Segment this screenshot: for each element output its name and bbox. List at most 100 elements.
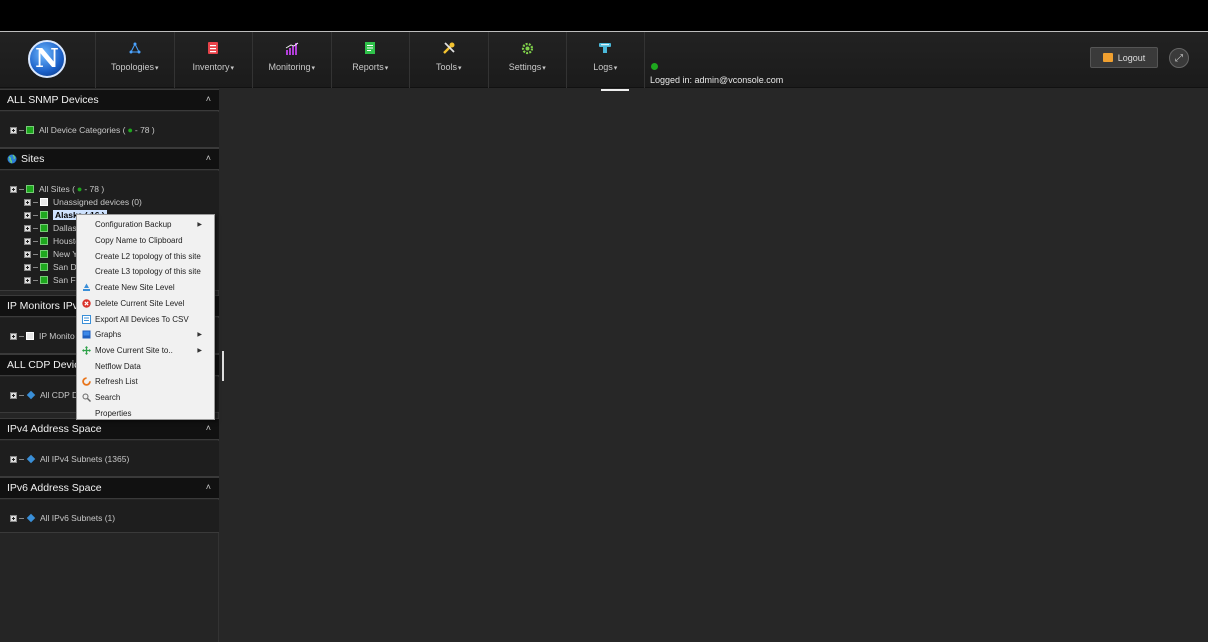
nav-logs[interactable]: Logs▾ (566, 32, 645, 88)
expand-icon[interactable] (10, 126, 17, 134)
tree-node-all-device-categories[interactable]: All Device Categories ( ● - 78 ) (10, 124, 155, 136)
tree-node-ipv6-subnets[interactable]: All IPv6 Subnets (1) (10, 512, 115, 524)
tree-node-all-sites[interactable]: All Sites ( ● - 78 ) (10, 183, 104, 195)
panel-header-ipv4[interactable]: IPv4 Address Space ˄ (0, 418, 219, 440)
graphs-icon (82, 330, 91, 339)
menu-item-label: Delete Current Site Level (95, 298, 185, 308)
submenu-arrow-icon: ▶ (197, 222, 202, 229)
main-menu: Topologies▾ Inventory▾ Monitoring▾ Repor… (95, 32, 645, 88)
refresh-icon (82, 377, 91, 387)
active-menu-indicator (601, 89, 629, 91)
nav-topologies[interactable]: Topologies▾ (95, 32, 174, 88)
expand-icon[interactable] (24, 250, 31, 258)
collapse-icon[interactable]: ˄ (206, 153, 211, 163)
panel-header-ipv6[interactable]: IPv6 Address Space ˄ (0, 477, 219, 499)
tree-label: San D (53, 262, 77, 272)
logged-in-user: Logged in: admin@vconsole.com (650, 75, 784, 85)
app-logo[interactable]: N (28, 40, 66, 78)
expand-icon[interactable] (24, 224, 31, 232)
collapse-icon[interactable]: ˄ (206, 94, 211, 104)
nav-settings-label: Settings (508, 62, 542, 72)
tree-count: - 78 ) (134, 125, 155, 135)
caret-icon: ▾ (613, 65, 618, 72)
caret-icon: ▾ (311, 65, 316, 72)
collapse-tree-icon[interactable] (10, 185, 17, 193)
top-navbar: N Topologies▾ Inventory▾ Monitoring▾ Rep… (0, 32, 1208, 88)
collapse-icon[interactable]: ˄ (206, 423, 211, 433)
panel-header-snmp[interactable]: ALL SNMP Devices ˄ (0, 89, 219, 111)
caret-icon: ▾ (384, 65, 389, 72)
expand-icon[interactable] (10, 455, 17, 463)
expand-icon[interactable] (10, 332, 17, 340)
tree-node-san-diego[interactable]: San D (24, 261, 77, 273)
menu-item-create-l3-topology[interactable]: Create L3 topology of this site (77, 264, 214, 280)
logs-icon (597, 40, 613, 56)
monitoring-icon (284, 40, 300, 56)
online-status-icon (651, 63, 658, 70)
tree-node-cdp[interactable]: All CDP De (10, 389, 83, 401)
submenu-arrow-icon: ▶ (197, 332, 202, 339)
inventory-icon (205, 40, 221, 56)
tree-node-ipv4-subnets[interactable]: All IPv4 Subnets (1365) (10, 453, 129, 465)
panel-splitter[interactable] (222, 351, 224, 381)
nav-topologies-label: Topologies (110, 62, 154, 72)
nav-inventory[interactable]: Inventory▾ (173, 32, 253, 88)
tree-label: New Y (53, 249, 78, 259)
collapse-icon[interactable]: ˄ (206, 482, 211, 492)
panel-header-sites[interactable]: Sites ˄ (0, 148, 219, 170)
menu-item-delete-site-level[interactable]: Delete Current Site Level (77, 296, 214, 312)
nav-reports[interactable]: Reports▾ (330, 32, 410, 88)
menu-item-configuration-backup[interactable]: Configuration Backup ▶ (77, 217, 214, 233)
menu-item-create-l2-topology[interactable]: Create L2 topology of this site (77, 248, 214, 264)
expand-icon[interactable] (24, 237, 31, 245)
panel-title-snmp: ALL SNMP Devices (7, 94, 99, 106)
panel-title-sites: Sites (21, 153, 45, 165)
node-icon (26, 513, 36, 523)
tree-count: - 78 ) (84, 184, 105, 194)
nav-tools[interactable]: Tools▾ (409, 32, 488, 88)
tree-node-ip-monitors[interactable]: IP Monito (10, 330, 75, 342)
menu-item-move-site[interactable]: Move Current Site to.. ▶ (77, 343, 214, 359)
tree-node-unassigned[interactable]: Unassigned devices (0) (24, 196, 142, 208)
delete-icon (82, 299, 91, 308)
menu-item-graphs[interactable]: Graphs ▶ (77, 327, 214, 343)
folder-icon (26, 126, 34, 134)
folder-icon (40, 224, 48, 232)
tree-node-new-york[interactable]: New Y (24, 248, 78, 260)
menu-item-label: Copy Name to Clipboard (95, 236, 183, 246)
submenu-arrow-icon: ▶ (197, 347, 202, 354)
expand-icon[interactable] (10, 514, 17, 522)
tree-label: All IPv4 Subnets (1365) (40, 454, 130, 464)
nav-inventory-label: Inventory (192, 62, 230, 72)
menu-item-refresh-list[interactable]: Refresh List (77, 374, 214, 390)
tree-label: All Sites ( (39, 184, 75, 194)
menu-item-search[interactable]: Search (77, 390, 214, 406)
menu-item-export-csv[interactable]: Export All Devices To CSV (77, 311, 214, 327)
folder-icon (40, 198, 48, 206)
tree-node-san-francisco[interactable]: San Fr (24, 274, 79, 286)
menu-item-properties[interactable]: Properties (77, 405, 214, 421)
folder-icon (40, 276, 48, 284)
fullscreen-icon[interactable]: ⤢ (1169, 48, 1189, 68)
logout-button[interactable]: Logout (1090, 47, 1158, 68)
menu-item-netflow-data[interactable]: Netflow Data (77, 358, 214, 374)
menu-item-label: Export All Devices To CSV (95, 314, 189, 324)
expand-icon[interactable] (24, 198, 31, 206)
menu-item-label: Configuration Backup (95, 220, 172, 230)
node-icon (26, 390, 36, 400)
folder-icon (40, 250, 48, 258)
menu-item-label: Create L3 topology of this site (95, 267, 201, 277)
menu-item-label: Move Current Site to.. (95, 345, 173, 355)
nav-monitoring[interactable]: Monitoring▾ (252, 32, 331, 88)
expand-icon[interactable] (24, 211, 31, 219)
expand-icon[interactable] (24, 263, 31, 271)
expand-icon[interactable] (10, 391, 17, 399)
expand-icon[interactable] (24, 276, 31, 284)
folder-icon (26, 185, 34, 193)
tools-icon (441, 40, 457, 56)
tree-node-dallas[interactable]: Dallas (24, 222, 77, 234)
nav-settings[interactable]: Settings▾ (487, 32, 567, 88)
menu-item-create-site-level[interactable]: Create New Site Level (77, 280, 214, 296)
menu-item-label: Create L2 topology of this site (95, 251, 201, 261)
menu-item-copy-name[interactable]: Copy Name to Clipboard (77, 233, 214, 249)
